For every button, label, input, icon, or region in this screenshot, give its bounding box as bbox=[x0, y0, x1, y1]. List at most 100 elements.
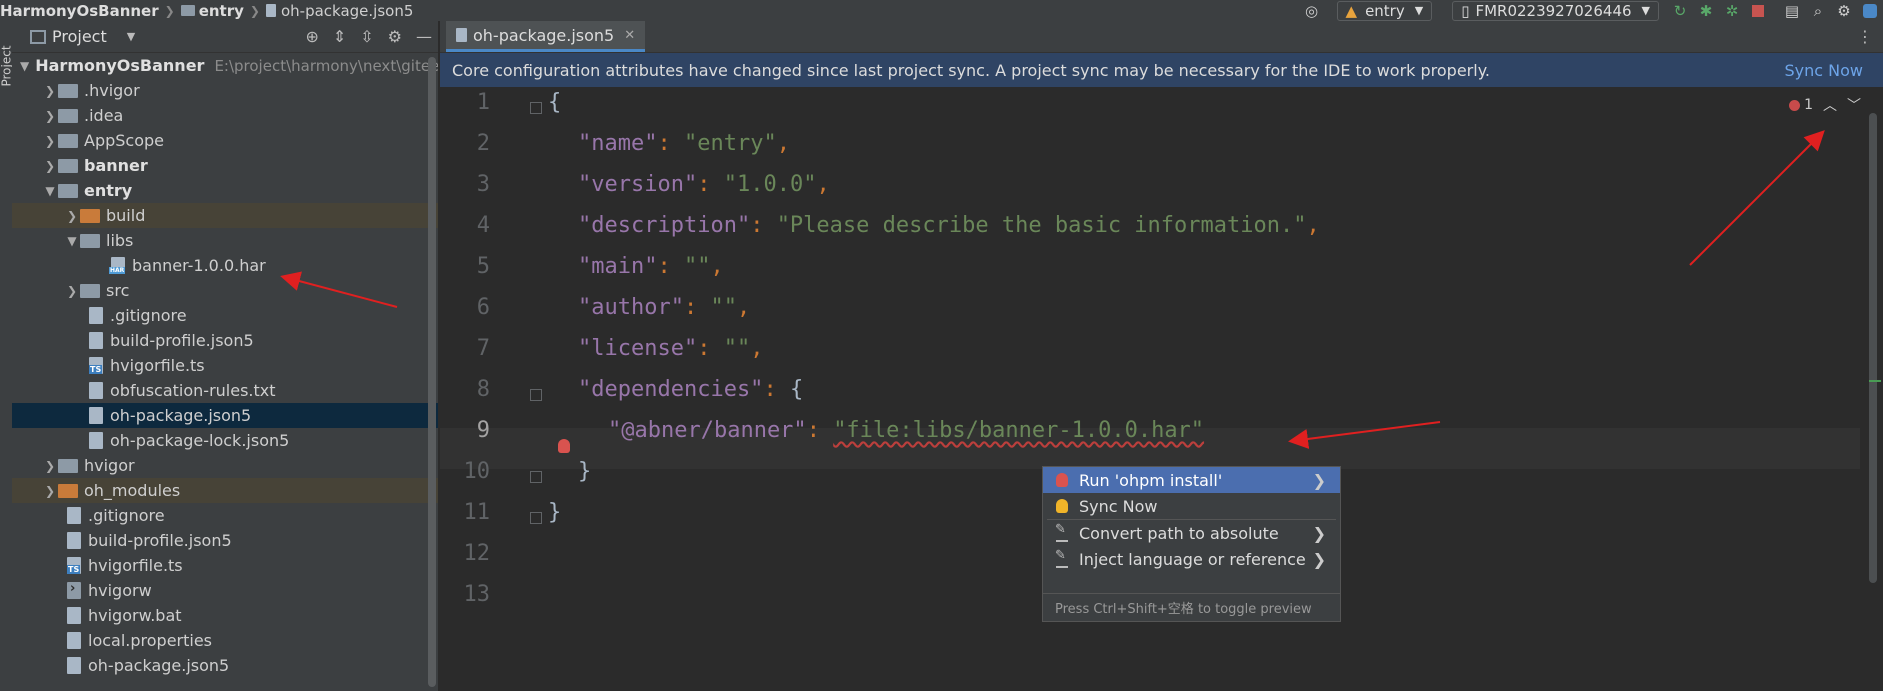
chevron-up-icon[interactable]: ︿ bbox=[1823, 95, 1837, 115]
error-bulb-icon bbox=[1056, 473, 1068, 487]
target-icon[interactable]: ◎ bbox=[1301, 1, 1323, 21]
breadcrumb-project[interactable]: HarmonyOsBanner ❯ bbox=[0, 2, 181, 20]
chevron-right-icon[interactable]: ❯ bbox=[42, 84, 58, 98]
sync-now-item[interactable]: Sync Now bbox=[1043, 493, 1340, 519]
tree-item[interactable]: ❯ banner bbox=[12, 153, 438, 178]
chevron-down-icon: ▼ bbox=[1641, 4, 1650, 17]
module-combo[interactable]: ▲ entry ▼ bbox=[1336, 0, 1433, 21]
chevron-down-icon[interactable]: ▼ bbox=[20, 59, 29, 73]
fold-marker-icon[interactable] bbox=[530, 102, 542, 114]
line-number: 4 bbox=[476, 213, 490, 238]
tree-item[interactable]: ❯ .hvigor bbox=[12, 78, 438, 103]
tree-item[interactable]: ❯ .idea bbox=[12, 103, 438, 128]
tree-item[interactable]: ❯ build bbox=[12, 203, 438, 228]
gear-icon[interactable]: ⚙ bbox=[388, 27, 402, 46]
tree-item[interactable]: .gitignore bbox=[12, 503, 438, 528]
script-file-icon bbox=[67, 581, 81, 599]
file-icon bbox=[67, 657, 81, 674]
text-file-icon bbox=[89, 382, 103, 399]
editor-scrollbar[interactable] bbox=[1869, 113, 1877, 583]
settings-icon[interactable]: ⚙ bbox=[1833, 1, 1855, 21]
tree-item[interactable]: build-profile.json5 bbox=[12, 528, 438, 553]
breadcrumb-module[interactable]: entry ❯ bbox=[180, 2, 266, 20]
tree-item[interactable]: build-profile.json5 bbox=[12, 328, 438, 353]
ts-file-icon bbox=[67, 557, 81, 574]
app-icon[interactable] bbox=[1859, 1, 1881, 21]
tree-item[interactable]: hvigorfile.ts bbox=[12, 353, 438, 378]
tab-oh-package[interactable]: oh-package.json5 ✕ bbox=[446, 21, 646, 52]
tree-item[interactable]: ❯ oh_modules bbox=[12, 478, 438, 503]
tree-item[interactable]: hvigorfile.ts bbox=[12, 553, 438, 578]
chevron-right-icon[interactable]: ❯ bbox=[42, 159, 58, 173]
line-number: 12 bbox=[463, 541, 491, 566]
tree-item[interactable]: .gitignore bbox=[12, 303, 438, 328]
chevron-down-icon[interactable]: ▼ bbox=[127, 30, 135, 43]
folder-icon bbox=[180, 5, 195, 16]
chevron-right-icon[interactable]: ❯ bbox=[42, 459, 58, 473]
rerun-icon[interactable]: ↻ bbox=[1669, 1, 1691, 21]
project-panel-title[interactable]: Project bbox=[52, 27, 107, 46]
code-line-7: "license": "", bbox=[578, 336, 764, 361]
tree-item[interactable]: ▼ libs bbox=[12, 228, 438, 253]
code-line-9: "@abner/banner": "file:libs/banner-1.0.0… bbox=[608, 418, 1205, 443]
inject-language-item[interactable]: Inject language or reference ❯ bbox=[1043, 546, 1340, 572]
breadcrumb-file[interactable]: oh-package.json5 bbox=[265, 2, 413, 20]
chevron-right-icon[interactable]: ❯ bbox=[64, 284, 80, 298]
tree-item[interactable]: ❯ hvigor bbox=[12, 453, 438, 478]
line-number: 9 bbox=[476, 418, 490, 443]
error-bulb-icon[interactable] bbox=[558, 439, 570, 453]
chevron-right-icon[interactable]: ❯ bbox=[42, 109, 58, 123]
error-indicator[interactable]: 1 ︿ ﹀ bbox=[1789, 95, 1861, 115]
close-icon[interactable]: ✕ bbox=[624, 28, 635, 43]
minimize-icon[interactable]: — bbox=[416, 27, 432, 46]
project-structure-icon[interactable]: ▤ bbox=[1781, 1, 1803, 21]
module-folder-icon bbox=[58, 183, 78, 198]
line-number: 1 bbox=[476, 90, 490, 115]
chevron-down-icon[interactable]: ﹀ bbox=[1847, 95, 1861, 115]
fold-marker-icon[interactable] bbox=[530, 512, 542, 524]
run-ohpm-install-item[interactable]: Run 'ohpm install' ❯ bbox=[1043, 467, 1340, 493]
fold-marker-icon[interactable] bbox=[530, 389, 542, 401]
collapse-all-icon[interactable]: ⇳ bbox=[360, 27, 373, 46]
chevron-right-icon[interactable]: ❯ bbox=[42, 484, 58, 498]
tree-item[interactable]: hvigorw bbox=[12, 578, 438, 603]
tree-item[interactable]: ❯ AppScope bbox=[12, 128, 438, 153]
line-number: 10 bbox=[463, 459, 491, 484]
fold-marker-icon[interactable] bbox=[530, 471, 542, 483]
device-combo[interactable]: ▯ FMR0223927026446 ▼ bbox=[1452, 0, 1659, 21]
tree-item[interactable]: oh-package-lock.json5 bbox=[12, 428, 438, 453]
har-file-icon bbox=[109, 257, 126, 274]
tree-item[interactable]: banner-1.0.0.har bbox=[12, 253, 438, 278]
project-panel: Project ▼ ⊕ ⇕ ⇳ ⚙ — ▼ HarmonyOsBanner E:… bbox=[12, 21, 438, 691]
chevron-down-icon[interactable]: ▼ bbox=[42, 184, 58, 198]
debug-icon[interactable]: ✱ bbox=[1695, 1, 1717, 21]
edit-icon bbox=[1055, 548, 1068, 568]
more-options-icon[interactable]: ⋮ bbox=[1857, 27, 1873, 46]
convert-path-item[interactable]: Convert path to absolute ❯ bbox=[1043, 520, 1340, 546]
expand-all-icon[interactable]: ⇕ bbox=[333, 27, 346, 46]
chevron-down-icon[interactable]: ▼ bbox=[64, 234, 80, 248]
chevron-right-icon[interactable]: ❯ bbox=[64, 209, 80, 223]
tree-item-selected[interactable]: oh-package.json5 bbox=[12, 403, 438, 428]
tree-item-root[interactable]: ▼ HarmonyOsBanner E:\project\harmony\nex… bbox=[12, 53, 438, 78]
sync-now-link[interactable]: Sync Now bbox=[1785, 61, 1864, 80]
search-icon[interactable]: ⌕ bbox=[1807, 1, 1829, 21]
chevron-right-icon[interactable]: ❯ bbox=[42, 134, 58, 148]
tree-item[interactable]: ❯ src bbox=[12, 278, 438, 303]
editor-tabs: oh-package.json5 ✕ ⋮ bbox=[440, 21, 1883, 53]
stop-icon[interactable] bbox=[1747, 1, 1769, 21]
tree-item[interactable]: local.properties bbox=[12, 628, 438, 653]
tree-item[interactable]: ▼ entry bbox=[12, 178, 438, 203]
sync-notification-banner: Core configuration attributes have chang… bbox=[440, 53, 1883, 87]
tree-item[interactable]: obfuscation-rules.txt bbox=[12, 378, 438, 403]
file-icon bbox=[67, 607, 81, 624]
attach-debugger-icon[interactable]: ✲ bbox=[1721, 1, 1743, 21]
file-icon bbox=[89, 332, 103, 349]
tree-item[interactable]: hvigorw.bat bbox=[12, 603, 438, 628]
project-scrollbar[interactable] bbox=[428, 57, 436, 687]
line-number: 6 bbox=[476, 295, 490, 320]
file-icon bbox=[89, 407, 103, 424]
folder-icon bbox=[58, 458, 78, 473]
tree-item[interactable]: oh-package.json5 bbox=[12, 653, 438, 678]
locate-icon[interactable]: ⊕ bbox=[305, 27, 318, 46]
